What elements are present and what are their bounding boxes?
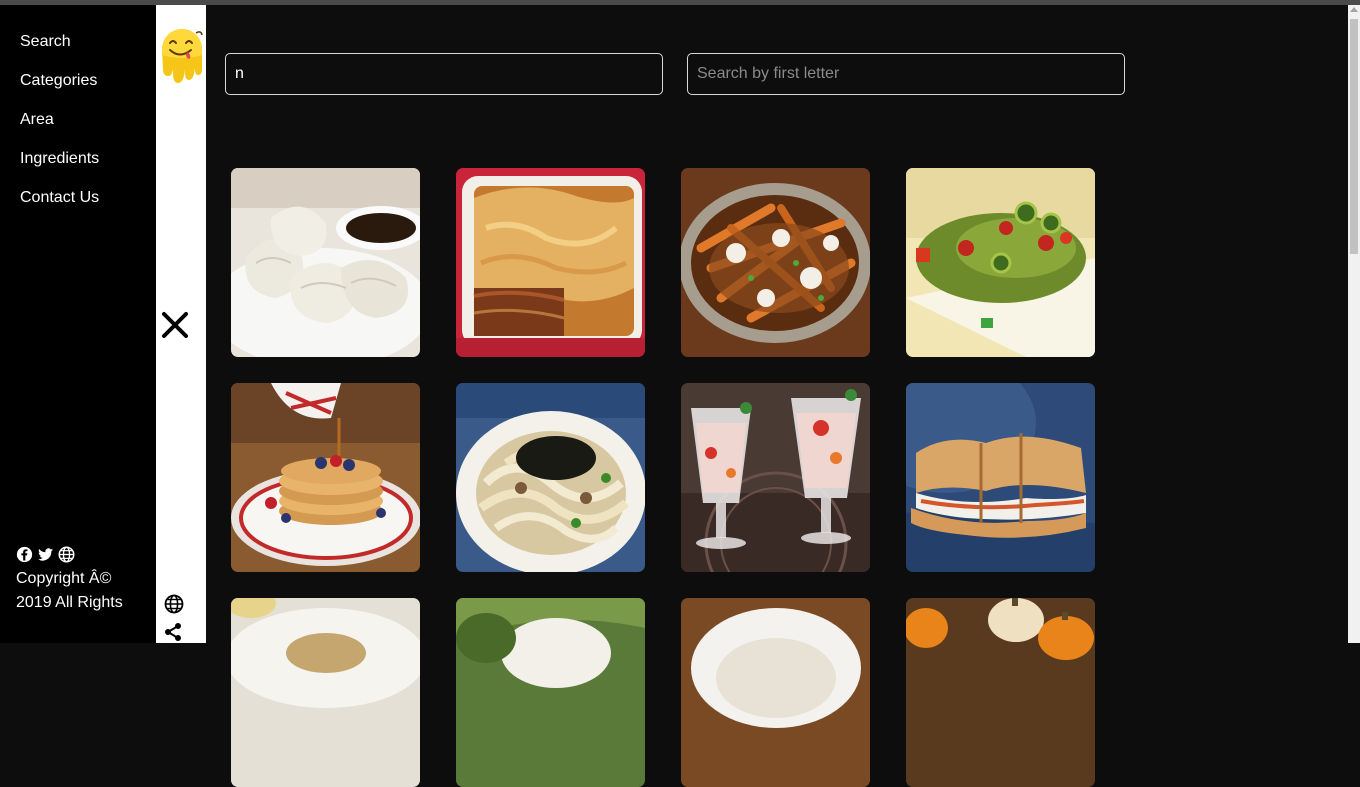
scrollbar-thumb[interactable]	[1350, 19, 1358, 254]
globe-icon[interactable]	[58, 546, 75, 563]
meal-card[interactable]	[231, 598, 420, 787]
vertical-scrollbar[interactable]	[1348, 5, 1360, 643]
logo-emoji-icon[interactable]	[158, 25, 206, 85]
side-footer: Copyright Â© 2019 All Rights	[16, 545, 146, 615]
meal-card[interactable]	[231, 383, 420, 572]
scroll-up-arrow-icon[interactable]	[1350, 7, 1358, 12]
meal-image-plated-dish	[231, 598, 420, 787]
nav-item-contact-us[interactable]: Contact Us	[20, 188, 99, 227]
meal-image-udon-noodles	[456, 383, 645, 572]
meal-card[interactable]	[906, 383, 1095, 572]
twitter-icon[interactable]	[37, 546, 54, 563]
meal-image-pancakes	[231, 383, 420, 572]
meal-card[interactable]	[231, 168, 420, 357]
social-links	[16, 545, 146, 563]
copyright-line-1: Copyright Â©	[16, 570, 112, 587]
meal-card[interactable]	[456, 383, 645, 572]
copyright-line-2: 2019 All Rights	[16, 594, 123, 611]
meal-image-trifle-cups	[681, 383, 870, 572]
meal-card[interactable]	[906, 598, 1095, 787]
meal-image-plate	[681, 598, 870, 787]
search-by-name-input[interactable]	[225, 53, 663, 95]
main-content	[206, 5, 1348, 787]
close-icon[interactable]	[161, 311, 189, 339]
copyright-text: Copyright Â© 2019 All Rights	[16, 567, 146, 615]
nav-item-categories[interactable]: Categories	[20, 71, 99, 110]
globe-icon[interactable]	[164, 594, 184, 614]
meal-image-pumpkins	[906, 598, 1095, 787]
meal-image-rice-dish	[456, 598, 645, 787]
meal-card[interactable]	[906, 168, 1095, 357]
meal-image-lasagna	[456, 168, 645, 357]
share-icon[interactable]	[164, 622, 182, 642]
search-by-first-letter-input[interactable]	[687, 53, 1125, 95]
meal-card[interactable]	[456, 168, 645, 357]
nav-item-ingredients[interactable]: Ingredients	[20, 149, 99, 188]
meal-image-jalapeno-salad	[906, 168, 1095, 357]
facebook-icon[interactable]	[16, 546, 33, 563]
meal-card[interactable]	[681, 168, 870, 357]
nav-toggle-strip	[156, 5, 206, 643]
meal-card[interactable]	[681, 598, 870, 787]
meal-image-poutine	[681, 168, 870, 357]
nav-item-search[interactable]: Search	[20, 32, 99, 71]
meal-card[interactable]	[456, 598, 645, 787]
meal-image-sandwich	[906, 383, 1095, 572]
side-navigation: Search Categories Area Ingredients Conta…	[0, 5, 156, 643]
meal-image-dumplings	[231, 168, 420, 357]
meal-card[interactable]	[681, 383, 870, 572]
nav-list: Search Categories Area Ingredients Conta…	[20, 32, 99, 227]
nav-item-area[interactable]: Area	[20, 110, 99, 149]
